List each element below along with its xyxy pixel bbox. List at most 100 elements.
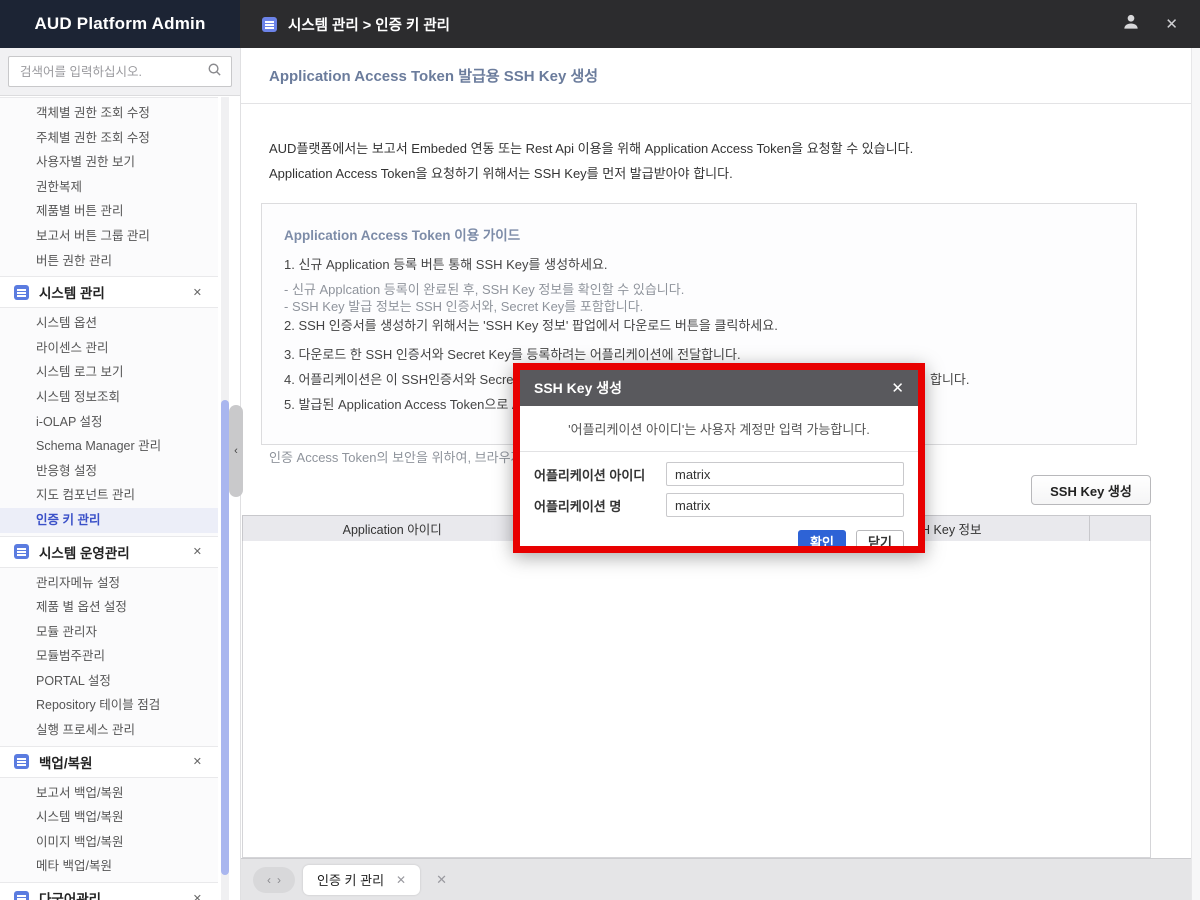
sidebar-item[interactable]: 지도 컴포넌트 관리: [0, 483, 218, 508]
sidebar-collapse-handle[interactable]: ‹: [229, 405, 243, 497]
breadcrumb: 시스템 관리 > 인증 키 관리: [288, 17, 451, 34]
sidebar-item[interactable]: i-OLAP 설정: [0, 410, 218, 435]
search-icon[interactable]: [207, 62, 222, 82]
document-icon: [14, 754, 29, 770]
sidebar-item[interactable]: 사용자별 권한 보기: [0, 150, 218, 175]
app-logo: AUD Platform Admin: [0, 0, 240, 48]
user-icon[interactable]: [1121, 12, 1141, 37]
close-all-tabs-icon[interactable]: ✕: [436, 872, 447, 888]
sidebar-item[interactable]: 이미지 백업/복원: [0, 830, 218, 855]
sidebar-section-header[interactable]: 다국어관리 ✕: [0, 883, 218, 900]
sidebar-item-group: 시스템 옵션 라이센스 관리 시스템 로그 보기 시스템 정보조회 i-OLAP 설정 S…: [0, 307, 218, 537]
close-button[interactable]: 닫기: [856, 530, 904, 546]
sidebar-item[interactable]: 반응형 설정: [0, 459, 218, 484]
search-box[interactable]: [8, 56, 232, 87]
security-note: 인증 Access Token의 보안을 위하여, 브라우저의 쿠: [269, 450, 551, 465]
sidebar-item[interactable]: 보고서 버튼 그룹 관리: [0, 224, 218, 249]
sidebar-item[interactable]: 제품 별 옵션 설정: [0, 595, 218, 620]
guide-line: 5. 발급된 Application Access Token으로 AUD플: [284, 397, 552, 412]
annotation-highlight: SSH Key 생성 ✕ '어플리케이션 아이디'는 사용자 계정만 입력 가능…: [513, 363, 925, 553]
app-window: AUD Platform Admin 객체별 권한 조회 수정주체별 권한 조회…: [0, 0, 1200, 900]
sidebar-item[interactable]: 모듈 관리자: [0, 620, 218, 645]
guide-line: 1. 신규 Application 등록 버튼 통해 SSH Key를 생성하세…: [284, 257, 608, 272]
modal-fields: 어플리케이션 아이디 어플리케이션 명: [520, 452, 918, 524]
tab-close-icon[interactable]: ✕: [396, 873, 406, 887]
sidebar-item[interactable]: 시스템 정보조회: [0, 385, 218, 410]
sidebar-section-header[interactable]: 시스템 운영관리 ✕: [0, 536, 218, 567]
tab-scroll-nav[interactable]: ‹ ›: [253, 866, 295, 893]
sidebar-section-label: 백업/복원: [39, 755, 93, 771]
document-icon: [14, 544, 29, 559]
chevron-left-icon: ‹: [234, 445, 238, 457]
document-icon: [262, 16, 277, 32]
document-icon: [14, 890, 29, 900]
sidebar-item[interactable]: 주체별 권한 조회 수정: [0, 126, 218, 151]
close-section-icon[interactable]: ✕: [193, 755, 202, 768]
sidebar-section-label: 시스템 운영관리: [39, 545, 130, 561]
sidebar-item[interactable]: 인증 키 관리: [0, 507, 218, 533]
sidebar-item[interactable]: 시스템 로그 보기: [0, 360, 218, 385]
chevron-right-icon[interactable]: ›: [277, 873, 281, 887]
sidebar-item[interactable]: Repository 테이블 점검: [0, 693, 218, 718]
application-name-label: 어플리케이션 명: [534, 498, 622, 514]
sidebar-item-group: 관리자메뉴 설정 제품 별 옵션 설정 모듈 관리자 모듈범주관리 PORTAL 설정 R…: [0, 566, 218, 747]
application-name-input[interactable]: [666, 493, 904, 517]
guide-line: - SSH Key 발급 정보는 SSH 인증서와, Secret Key를 포…: [284, 299, 644, 314]
close-section-icon[interactable]: ✕: [193, 545, 202, 558]
sidebar-section-label: 시스템 관리: [39, 286, 105, 302]
modal-buttons: 확인 닫기: [520, 524, 918, 546]
page-title-bar: Application Access Token 발급용 SSH Key 생성: [241, 48, 1200, 104]
sidebar-section-header[interactable]: 시스템 관리 ✕: [0, 277, 218, 308]
page-title: Application Access Token 발급용 SSH Key 생성: [269, 68, 599, 85]
guide-line: 4. 어플리케이션은 이 SSH인증서와 Secret Key: [284, 372, 544, 387]
sidebar-item[interactable]: 제품별 버튼 관리: [0, 199, 218, 224]
bottom-tab-bar: ‹ › 인증 키 관리 ✕ ✕: [241, 858, 1200, 900]
sidebar-item[interactable]: PORTAL 설정: [0, 669, 218, 694]
sidebar-item[interactable]: 시스템 백업/복원: [0, 805, 218, 830]
close-section-icon[interactable]: ✕: [193, 892, 202, 900]
sidebar-item[interactable]: Schema Manager 관리: [0, 434, 218, 459]
sidebar-item[interactable]: 실행 프로세스 관리: [0, 718, 218, 743]
ssh-key-create-button[interactable]: SSH Key 생성: [1031, 475, 1151, 505]
sidebar-item[interactable]: 버튼 권한 관리: [0, 249, 218, 274]
sidebar: AUD Platform Admin 객체별 권한 조회 수정주체별 권한 조회…: [0, 0, 240, 900]
table-column-header: Application 아이디: [243, 516, 543, 541]
chevron-left-icon[interactable]: ‹: [267, 873, 271, 887]
guide-heading: Application Access Token 이용 가이드: [284, 228, 521, 243]
document-icon: [14, 284, 29, 300]
modal-message: '어플리케이션 아이디'는 사용자 계정만 입력 가능합니다.: [520, 406, 918, 452]
sidebar-item[interactable]: 보고서 백업/복원: [0, 781, 218, 806]
application-id-input[interactable]: [666, 462, 904, 486]
sidebar-item[interactable]: 메타 백업/복원: [0, 854, 218, 879]
modal-title-bar: SSH Key 생성 ✕: [520, 370, 918, 406]
sidebar-section-label: 다국어관리: [39, 892, 102, 900]
sidebar-item[interactable]: 관리자메뉴 설정: [0, 571, 218, 596]
sidebar-item[interactable]: 시스템 옵션: [0, 311, 218, 336]
sidebar-scrollbar-thumb[interactable]: [221, 400, 229, 875]
sidebar-item[interactable]: 객체별 권한 조회 수정: [0, 101, 218, 126]
table-body: [242, 541, 1151, 858]
confirm-button[interactable]: 확인: [798, 530, 846, 546]
search-input[interactable]: [18, 63, 207, 80]
sidebar-item[interactable]: 라이센스 관리: [0, 336, 218, 361]
ssh-key-modal: SSH Key 생성 ✕ '어플리케이션 아이디'는 사용자 계정만 입력 가능…: [520, 370, 918, 546]
intro-text: Application Access Token을 요청하기 위해서는 SSH …: [269, 166, 733, 181]
topbar: 시스템 관리 > 인증 키 관리 ✕: [240, 0, 1200, 48]
close-section-icon[interactable]: ✕: [193, 286, 202, 299]
tab-auth-key-management[interactable]: 인증 키 관리 ✕: [303, 864, 421, 895]
sidebar-item[interactable]: 모듈범주관리: [0, 644, 218, 669]
main-scrollbar[interactable]: [1191, 48, 1200, 900]
sidebar-section-header[interactable]: 백업/복원 ✕: [0, 746, 218, 777]
modal-close-icon[interactable]: ✕: [891, 379, 904, 397]
sidebar-scrollbar[interactable]: [221, 97, 229, 900]
guide-line: 2. SSH 인증서를 생성하기 위해서는 'SSH Key 정보' 팝업에서 …: [284, 318, 778, 333]
sidebar-item-group: 객체별 권한 조회 수정 주체별 권한 조회 수정 사용자별 권한 보기 권한복제 제품…: [0, 97, 218, 278]
guide-line: 3. 다운로드 한 SSH 인증서와 Secret Key를 등록하려는 어플리…: [284, 347, 741, 362]
sidebar-item[interactable]: 권한복제: [0, 175, 218, 200]
sidebar-search-bar: [0, 48, 240, 96]
application-id-label: 어플리케이션 아이디: [534, 467, 646, 483]
close-icon[interactable]: ✕: [1165, 15, 1178, 33]
tab-label: 인증 키 관리: [317, 873, 385, 888]
modal-title: SSH Key 생성: [534, 380, 623, 396]
guide-line-tail: 합니다.: [930, 372, 970, 387]
